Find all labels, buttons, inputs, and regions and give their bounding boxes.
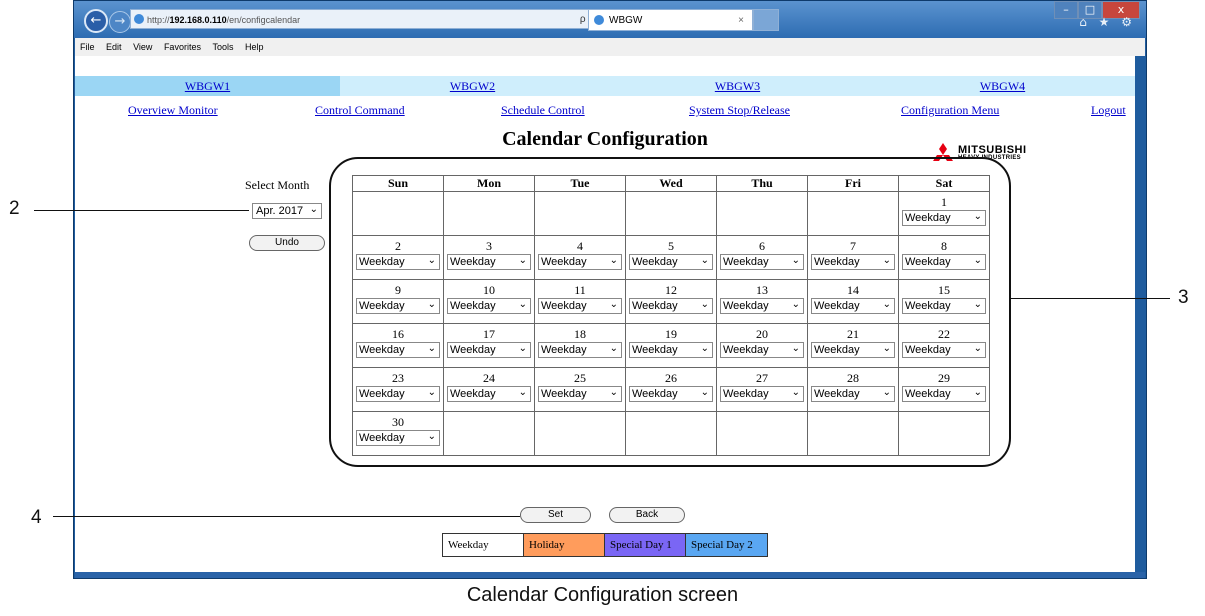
tab-title: WBGW [609, 15, 643, 26]
menu-edit[interactable]: Edit [106, 42, 122, 52]
callout-2-line [34, 210, 249, 211]
legend-holiday: Holiday [524, 534, 605, 556]
month-select[interactable]: Apr. 2017 ⌄ [252, 203, 322, 219]
tab-wbgw2[interactable]: WBGW2 [340, 76, 605, 96]
menu-tools[interactable]: Tools [212, 42, 233, 52]
url-host: 192.168.0.110 [169, 15, 227, 25]
link-overview-monitor[interactable]: Overview Monitor [128, 103, 218, 118]
back-arrow-icon[interactable]: ← [84, 9, 108, 33]
select-month-label: Select Month [245, 178, 310, 192]
legend-weekday: Weekday [443, 534, 524, 556]
link-configuration-menu[interactable]: Configuration Menu [901, 103, 999, 118]
browser-titlebar: ← → http://192.168.0.110/en/configcalend… [74, 1, 1146, 38]
figure-caption: Calendar Configuration screen [466, 584, 739, 606]
month-select-value: Apr. 2017 [256, 205, 304, 217]
url-prefix: http:// [147, 15, 170, 25]
tab-wbgw4[interactable]: WBGW4 [870, 76, 1135, 96]
url-path: /en/configcalendar [226, 15, 301, 25]
ie-tab-icon [594, 15, 604, 25]
legend-special-day-2: Special Day 2 [686, 534, 767, 556]
link-schedule-control[interactable]: Schedule Control [501, 103, 585, 118]
menu-help[interactable]: Help [245, 42, 264, 52]
undo-button[interactable]: Undo [249, 235, 325, 251]
legend-special-day-1: Special Day 1 [605, 534, 686, 556]
calendar-highlight-outline-full [329, 157, 1011, 467]
menu-bar: File Edit View Favorites Tools Help [75, 38, 1145, 56]
forward-arrow-icon[interactable]: → [109, 11, 131, 33]
day-type-legend: Weekday Holiday Special Day 1 Special Da… [442, 533, 768, 557]
callout-3-line [1010, 298, 1170, 299]
callout-4: 4 [31, 507, 42, 528]
set-button[interactable]: Set [520, 507, 591, 523]
menu-favorites[interactable]: Favorites [164, 42, 201, 52]
menu-file[interactable]: File [80, 42, 95, 52]
chevron-down-icon: ⌄ [309, 204, 318, 215]
window-bottom-edge [75, 572, 1145, 578]
link-system-stop-release[interactable]: System Stop/Release [689, 103, 790, 118]
nav-links: Overview Monitor Control Command Schedul… [75, 101, 1135, 121]
link-control-command[interactable]: Control Command [315, 103, 405, 118]
callout-4-line [53, 516, 520, 517]
callout-2: 2 [9, 198, 20, 219]
home-favorites-settings-icons[interactable]: ⌂ ★ ⚙ [1079, 15, 1136, 29]
address-bar[interactable]: http://192.168.0.110/en/configcalendar ρ… [130, 9, 607, 29]
new-tab-button[interactable] [753, 9, 779, 31]
tab-close-icon[interactable]: × [738, 10, 744, 31]
browser-tab[interactable]: WBGW × [588, 9, 753, 31]
minimize-icon[interactable]: – [1054, 1, 1078, 19]
ie-page-icon [134, 14, 144, 24]
back-button[interactable]: Back [609, 507, 685, 523]
callout-3: 3 [1178, 287, 1189, 308]
gateway-tabs: WBGW1 WBGW2 WBGW3 WBGW4 [75, 76, 1135, 96]
tab-wbgw1[interactable]: WBGW1 [75, 76, 340, 96]
menu-view[interactable]: View [133, 42, 152, 52]
link-logout[interactable]: Logout [1091, 103, 1126, 118]
tab-wbgw3[interactable]: WBGW3 [605, 76, 870, 96]
